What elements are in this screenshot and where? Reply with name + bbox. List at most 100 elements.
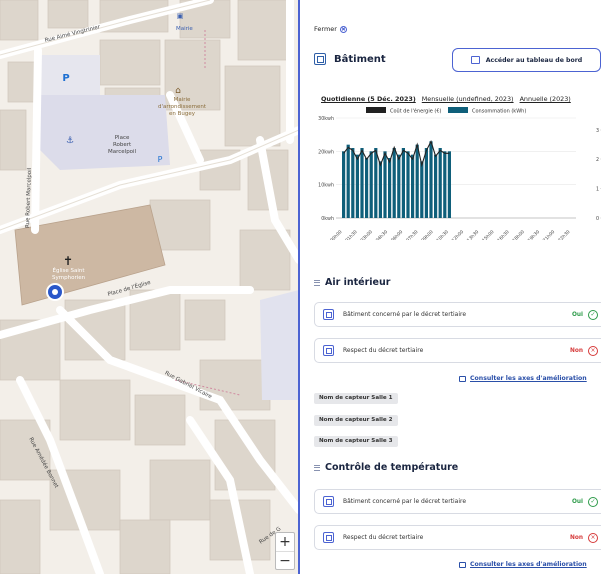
x-tick-label: 10h30 bbox=[435, 229, 449, 240]
energy-chart: Coût de l'énergie (€) Consommation (kWh) 0… bbox=[318, 107, 601, 240]
criterion-card[interactable]: Bâtiment concerné par le décret tertiair… bbox=[314, 489, 601, 514]
building-title: Bâtiment bbox=[334, 53, 386, 65]
bar bbox=[429, 141, 433, 218]
x-tick-label: 15h00 bbox=[481, 229, 495, 240]
zoom-control: + − bbox=[275, 532, 295, 570]
y-tick-label: 0kwh bbox=[321, 216, 334, 222]
x-tick-label: 06h00 bbox=[390, 229, 404, 240]
x-tick-label: 04h30 bbox=[375, 229, 389, 240]
y2-tick-label: 0 € bbox=[596, 216, 601, 222]
poi-label-place-robert: Place Robert Marcelpoil bbox=[108, 135, 137, 155]
dashboard-icon bbox=[470, 56, 480, 64]
dashboard-button[interactable]: Accéder au tableau de bord bbox=[452, 48, 601, 72]
bar bbox=[434, 154, 438, 218]
improvement-link[interactable]: Consulter les axes d'amélioration bbox=[459, 375, 587, 382]
x-tick-label: 18h00 bbox=[511, 229, 525, 240]
map-canvas[interactable]: P P ⚓ ⌂ ▣ ✝ bbox=[0, 0, 299, 574]
x-tick-label: 16h30 bbox=[496, 229, 510, 240]
cross-icon: × bbox=[588, 532, 598, 543]
y2-tick-label: 3 € bbox=[596, 128, 601, 134]
x-tick-label: 03h00 bbox=[359, 229, 373, 240]
map-view[interactable]: P P ⚓ ⌂ ▣ ✝ Rue Aimé Vingtrinier Rue Rob… bbox=[0, 0, 299, 574]
criterion-card[interactable]: Bâtiment concerné par le décret tertiair… bbox=[314, 302, 601, 327]
building-icon bbox=[323, 309, 334, 320]
group-title-temperature: Contrôle de température bbox=[325, 462, 459, 473]
group-title-indoor-air: Air intérieur bbox=[325, 277, 391, 288]
bar bbox=[415, 144, 419, 218]
improvement-icon bbox=[459, 561, 466, 568]
improvement-link-label: Consulter les axes d'amélioration bbox=[470, 561, 587, 568]
tab-yearly[interactable]: Annuelle (2023) bbox=[520, 95, 571, 103]
tab-monthly[interactable]: Mensuelle (undefined, 2023) bbox=[422, 95, 514, 103]
group-header-temperature: Contrôle de température bbox=[314, 462, 458, 473]
poi-label-eglise: Église Saint Symphorien bbox=[52, 268, 86, 281]
bar bbox=[406, 151, 410, 218]
poi-label-mairie: Mairie bbox=[176, 26, 193, 32]
criterion-card[interactable]: Respect du décret tertiaire Non × bbox=[314, 525, 601, 550]
status-text: Non bbox=[570, 534, 583, 541]
drag-handle-icon[interactable] bbox=[314, 279, 320, 286]
y2-tick-label: 2 € bbox=[596, 157, 601, 163]
y-tick-label: 20kwh bbox=[318, 149, 334, 155]
bar bbox=[342, 151, 346, 218]
svg-text:✝: ✝ bbox=[63, 254, 73, 268]
dashboard-button-label: Accéder au tableau de bord bbox=[485, 56, 583, 64]
bar bbox=[351, 148, 355, 218]
zoom-in-button[interactable]: + bbox=[276, 533, 294, 551]
app-root: P P ⚓ ⌂ ▣ ✝ Rue Aimé Vingtrinier Rue Rob… bbox=[0, 0, 601, 574]
zoom-out-button[interactable]: − bbox=[276, 551, 294, 569]
criterion-label: Bâtiment concerné par le décret tertiair… bbox=[343, 498, 467, 505]
building-icon bbox=[314, 53, 326, 65]
close-panel-button[interactable]: Fermer bbox=[314, 25, 347, 33]
improvement-link-label: Consulter les axes d'amélioration bbox=[470, 375, 587, 382]
sensor-tag[interactable]: Nom de capteur Salle 2 bbox=[314, 415, 398, 426]
drag-handle-icon[interactable] bbox=[314, 464, 320, 471]
bar bbox=[397, 154, 401, 218]
svg-text:⌂: ⌂ bbox=[175, 86, 181, 96]
poi-label-mairie-arrondissement: Mairie d'arrondissement en Bugey bbox=[158, 97, 207, 117]
x-tick-label: 13h30 bbox=[466, 229, 480, 240]
bar bbox=[378, 161, 382, 218]
period-tabs: Quotidienne (5 Déc. 2023) Mensuelle (und… bbox=[321, 95, 571, 103]
building-icon bbox=[323, 496, 334, 507]
bar bbox=[383, 151, 387, 218]
x-tick-label: 00h00 bbox=[329, 229, 343, 240]
cost-line bbox=[343, 140, 450, 168]
improvement-link[interactable]: Consulter les axes d'amélioration bbox=[459, 561, 587, 568]
close-icon bbox=[339, 25, 347, 33]
bar bbox=[401, 148, 405, 218]
building-icon bbox=[323, 345, 334, 356]
bar bbox=[388, 158, 392, 218]
svg-text:P: P bbox=[158, 155, 163, 164]
building-icon bbox=[323, 532, 334, 543]
close-label: Fermer bbox=[314, 25, 337, 33]
legend-label-cost: Coût de l'énergie (€) bbox=[390, 108, 442, 115]
sensor-tag[interactable]: Nom de capteur Salle 1 bbox=[314, 393, 398, 404]
criterion-card[interactable]: Respect du décret tertiaire Non × bbox=[314, 338, 601, 363]
bar bbox=[369, 151, 373, 218]
check-icon: ✓ bbox=[588, 309, 598, 320]
y-tick-label: 30kwh bbox=[318, 116, 334, 122]
y-tick-label: 10kwh bbox=[318, 183, 334, 189]
bar bbox=[392, 148, 396, 218]
bar bbox=[346, 144, 350, 218]
x-tick-label: 21h00 bbox=[542, 229, 556, 240]
legend-swatch-cost bbox=[366, 107, 386, 113]
tab-daily[interactable]: Quotidienne (5 Déc. 2023) bbox=[321, 95, 416, 103]
x-tick-label: 22h30 bbox=[557, 229, 571, 240]
x-tick-label: 01h30 bbox=[344, 229, 358, 240]
bar bbox=[438, 148, 442, 218]
x-tick-label: 07h30 bbox=[405, 229, 419, 240]
bar bbox=[355, 154, 359, 218]
building-panel: Fermer Bâtiment Accéder au tableau de bo… bbox=[300, 0, 601, 574]
criterion-label: Respect du décret tertiaire bbox=[343, 347, 424, 354]
criterion-label: Respect du décret tertiaire bbox=[343, 534, 424, 541]
bar bbox=[374, 148, 378, 218]
sensor-tag[interactable]: Nom de capteur Salle 3 bbox=[314, 436, 398, 447]
legend-swatch-consumption bbox=[448, 107, 468, 113]
improvement-icon bbox=[459, 375, 466, 382]
status-text: Non bbox=[570, 347, 583, 354]
svg-text:▣: ▣ bbox=[177, 12, 184, 20]
bar bbox=[360, 148, 364, 218]
svg-text:⚓: ⚓ bbox=[66, 136, 74, 146]
